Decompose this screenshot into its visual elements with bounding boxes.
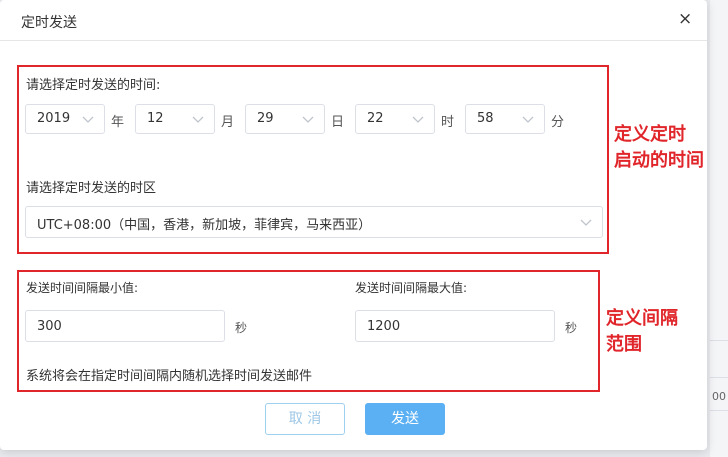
max-interval-input[interactable] (355, 310, 555, 342)
timezone-prompt-label: 请选择定时发送的时区 (26, 181, 157, 196)
close-icon[interactable]: × (678, 9, 692, 29)
background-panel (710, 0, 728, 457)
cancel-button[interactable]: 取 消 (265, 403, 345, 435)
hour-value: 22 (367, 111, 384, 126)
schedule-annotation-line2: 启动的时间 (614, 150, 704, 171)
background-divider (710, 377, 728, 378)
background-divider (710, 410, 728, 411)
scheduled-send-dialog: 定时发送 × 请选择定时发送的时间: 2019 年 12 月 29 日 22 时… (0, 0, 707, 450)
send-button[interactable]: 发送 (365, 403, 445, 435)
hour-unit: 时 (441, 115, 455, 130)
background-cell-text: 00 (712, 390, 726, 403)
min-interval-label: 发送时间间隔最小值: (26, 281, 139, 295)
interval-annotation-line2: 范围 (606, 334, 642, 355)
interval-note: 系统将会在指定时间间隔内随机选择时间发送邮件 (26, 369, 313, 384)
dialog-title: 定时发送 (21, 15, 77, 31)
interval-annotation: 定义间隔 范围 (606, 306, 678, 358)
min-interval-input[interactable] (25, 310, 225, 342)
day-unit: 日 (331, 115, 345, 130)
day-value: 29 (257, 111, 274, 126)
minute-select[interactable]: 58 (465, 104, 545, 134)
time-prompt-label: 请选择定时发送的时间: (26, 78, 161, 93)
chevron-down-icon (192, 113, 204, 125)
max-interval-unit: 秒 (565, 321, 578, 335)
chevron-down-icon (82, 113, 94, 125)
month-select[interactable]: 12 (135, 104, 215, 134)
minute-unit: 分 (551, 115, 565, 130)
month-value: 12 (147, 111, 164, 126)
year-select[interactable]: 2019 (25, 104, 105, 134)
background-divider (710, 340, 728, 341)
dialog-header: 定时发送 × (0, 0, 707, 41)
min-interval-unit: 秒 (235, 321, 248, 335)
hour-select[interactable]: 22 (355, 104, 435, 134)
schedule-annotation-line1: 定义定时 (614, 124, 686, 145)
timezone-select[interactable]: UTC+08:00（中国，香港，新加坡，菲律宾，马来西亚） (25, 206, 603, 238)
month-unit: 月 (221, 115, 235, 130)
max-interval-label: 发送时间间隔最大值: (355, 281, 468, 295)
timezone-value: UTC+08:00（中国，香港，新加坡，菲律宾，马来西亚） (37, 218, 372, 233)
minute-value: 58 (477, 111, 494, 126)
day-select[interactable]: 29 (245, 104, 325, 134)
chevron-down-icon (412, 113, 424, 125)
chevron-down-icon (302, 113, 314, 125)
interval-annotation-line1: 定义间隔 (606, 308, 678, 329)
year-value: 2019 (37, 111, 71, 126)
chevron-down-icon (580, 216, 592, 228)
chevron-down-icon (522, 113, 534, 125)
schedule-annotation: 定义定时 启动的时间 (614, 122, 704, 174)
year-unit: 年 (111, 115, 125, 130)
